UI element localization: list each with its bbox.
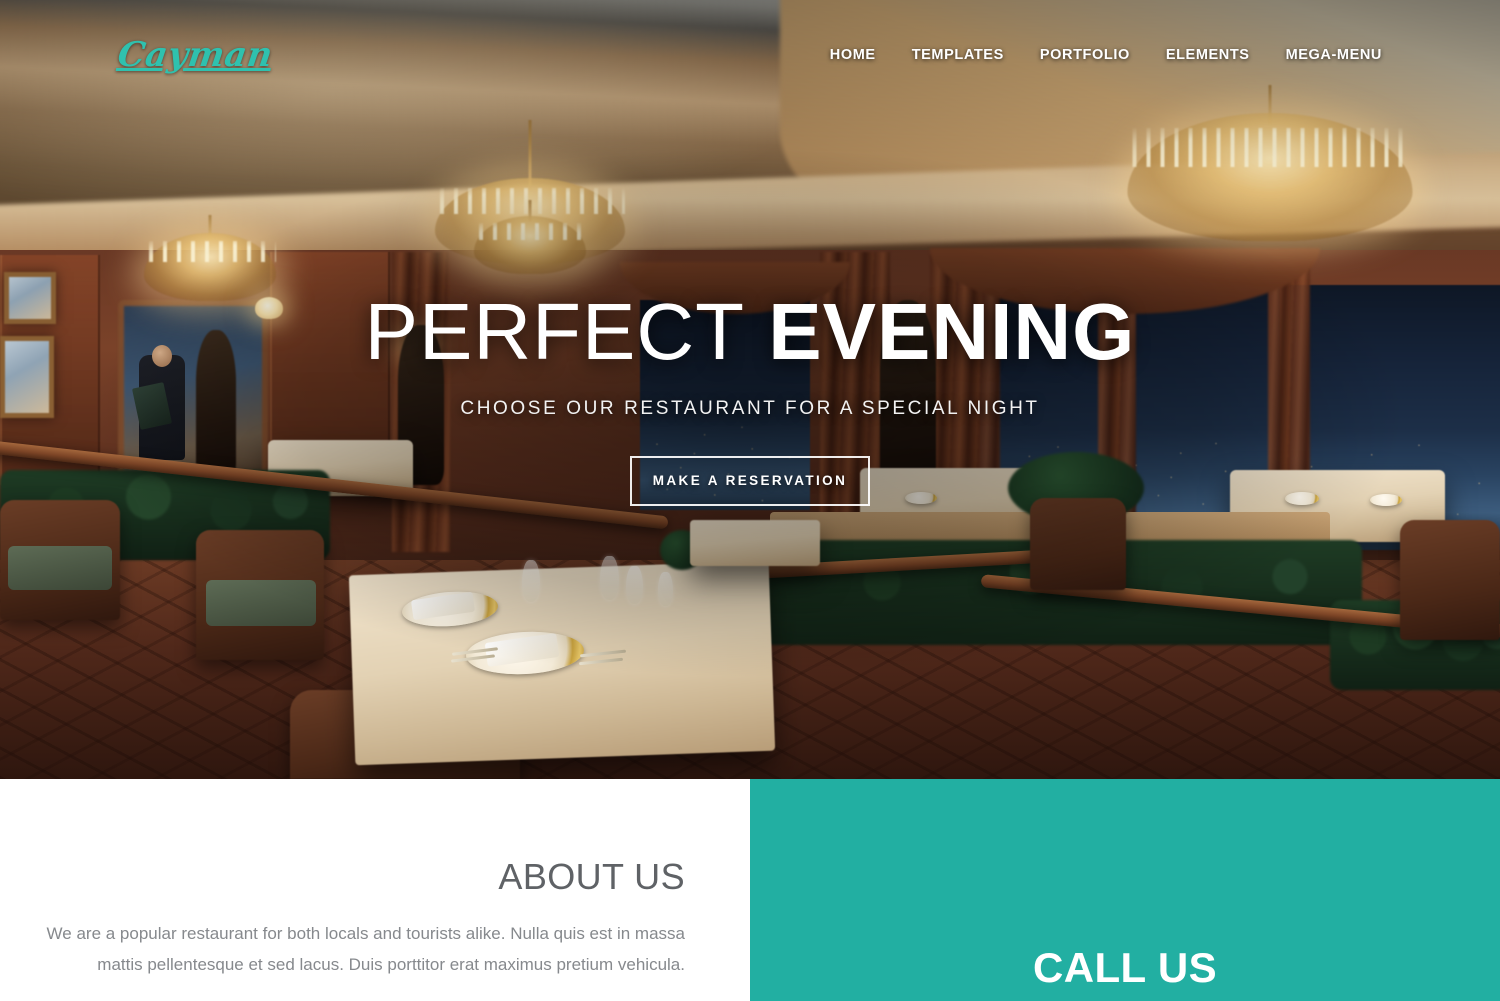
make-reservation-button[interactable]: MAKE A RESERVATION <box>630 455 870 506</box>
hero-title-bold: EVENING <box>768 286 1136 376</box>
hero-title-light: PERFECT <box>364 286 746 376</box>
about-us-body: We are a popular restaurant for both loc… <box>46 924 685 974</box>
nav-link-templates[interactable]: TEMPLATES <box>912 47 1004 63</box>
nav-item-portfolio[interactable]: PORTFOLIO <box>1040 47 1130 63</box>
hero-subtitle: CHOOSE OUR RESTAURANT FOR A SPECIAL NIGH… <box>460 397 1040 419</box>
nav-link-mega-menu[interactable]: MEGA-MENU <box>1286 47 1382 63</box>
nav-link-list: HOME TEMPLATES PORTFOLIO ELEMENTS MEGA-M… <box>830 47 1382 63</box>
site-logo[interactable]: Cayman <box>115 35 275 75</box>
lower-sections: ABOUT US We are a popular restaurant for… <box>0 779 1500 1001</box>
hero-title: PERFECT EVENING <box>365 291 1136 372</box>
about-us-section: ABOUT US We are a popular restaurant for… <box>0 779 750 1001</box>
call-us-heading: CALL US <box>1032 943 1218 991</box>
nav-link-home[interactable]: HOME <box>830 47 876 63</box>
about-us-heading: ABOUT US <box>498 856 685 897</box>
nav-item-elements[interactable]: ELEMENTS <box>1166 47 1250 63</box>
hero-section: Cayman HOME TEMPLATES PORTFOLIO ELEMENTS… <box>0 0 1500 779</box>
nav-link-portfolio[interactable]: PORTFOLIO <box>1040 47 1130 63</box>
nav-link-elements[interactable]: ELEMENTS <box>1166 47 1250 63</box>
main-navigation: Cayman HOME TEMPLATES PORTFOLIO ELEMENTS… <box>0 0 1500 110</box>
hero-content: PERFECT EVENING CHOOSE OUR RESTAURANT FO… <box>0 0 1500 779</box>
call-us-section: CALL US <box>750 779 1500 1001</box>
nav-item-mega-menu[interactable]: MEGA-MENU <box>1286 47 1382 63</box>
nav-item-home[interactable]: HOME <box>830 47 876 63</box>
nav-item-templates[interactable]: TEMPLATES <box>912 47 1004 63</box>
